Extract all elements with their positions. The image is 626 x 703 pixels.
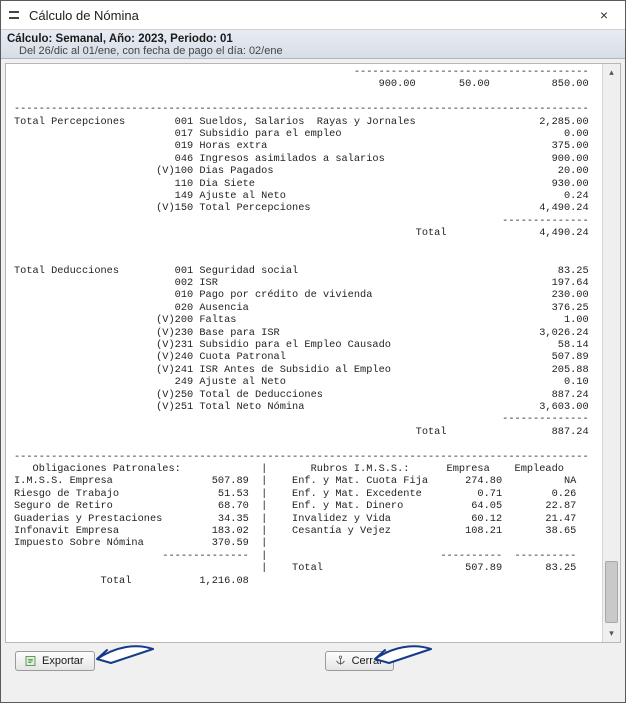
window-title: Cálculo de Nómina xyxy=(29,8,139,23)
report-viewport: -------------------------------------- 9… xyxy=(6,64,602,642)
app-icon xyxy=(7,8,23,22)
close-icon[interactable]: × xyxy=(589,7,619,23)
anchor-icon xyxy=(334,655,347,667)
close-label: Cerrar xyxy=(352,655,383,667)
scroll-thumb[interactable] xyxy=(605,561,618,623)
calc-period-line: Cálculo: Semanal, Año: 2023, Periodo: 01 xyxy=(7,33,619,45)
button-row: Exportar Cerrar xyxy=(5,643,621,679)
export-button[interactable]: Exportar xyxy=(15,651,95,671)
export-icon xyxy=(24,655,37,667)
annotation-arrow-left xyxy=(85,641,155,679)
scroll-track[interactable] xyxy=(603,81,620,625)
window-root: Cálculo de Nómina × Cálculo: Semanal, Añ… xyxy=(0,0,626,703)
report-text: -------------------------------------- 9… xyxy=(14,66,598,587)
calc-date-line: Del 26/dic al 01/ene, con fecha de pago … xyxy=(7,45,619,57)
export-label: Exportar xyxy=(42,655,84,667)
vertical-scrollbar[interactable]: ▴ ▾ xyxy=(602,64,620,642)
subheader: Cálculo: Semanal, Año: 2023, Periodo: 01… xyxy=(1,30,625,59)
scroll-down-icon[interactable]: ▾ xyxy=(603,625,620,642)
close-button[interactable]: Cerrar xyxy=(325,651,394,671)
titlebar: Cálculo de Nómina × xyxy=(1,1,625,30)
report-frame: -------------------------------------- 9… xyxy=(5,63,621,643)
content-area: -------------------------------------- 9… xyxy=(1,59,625,702)
scroll-up-icon[interactable]: ▴ xyxy=(603,64,620,81)
